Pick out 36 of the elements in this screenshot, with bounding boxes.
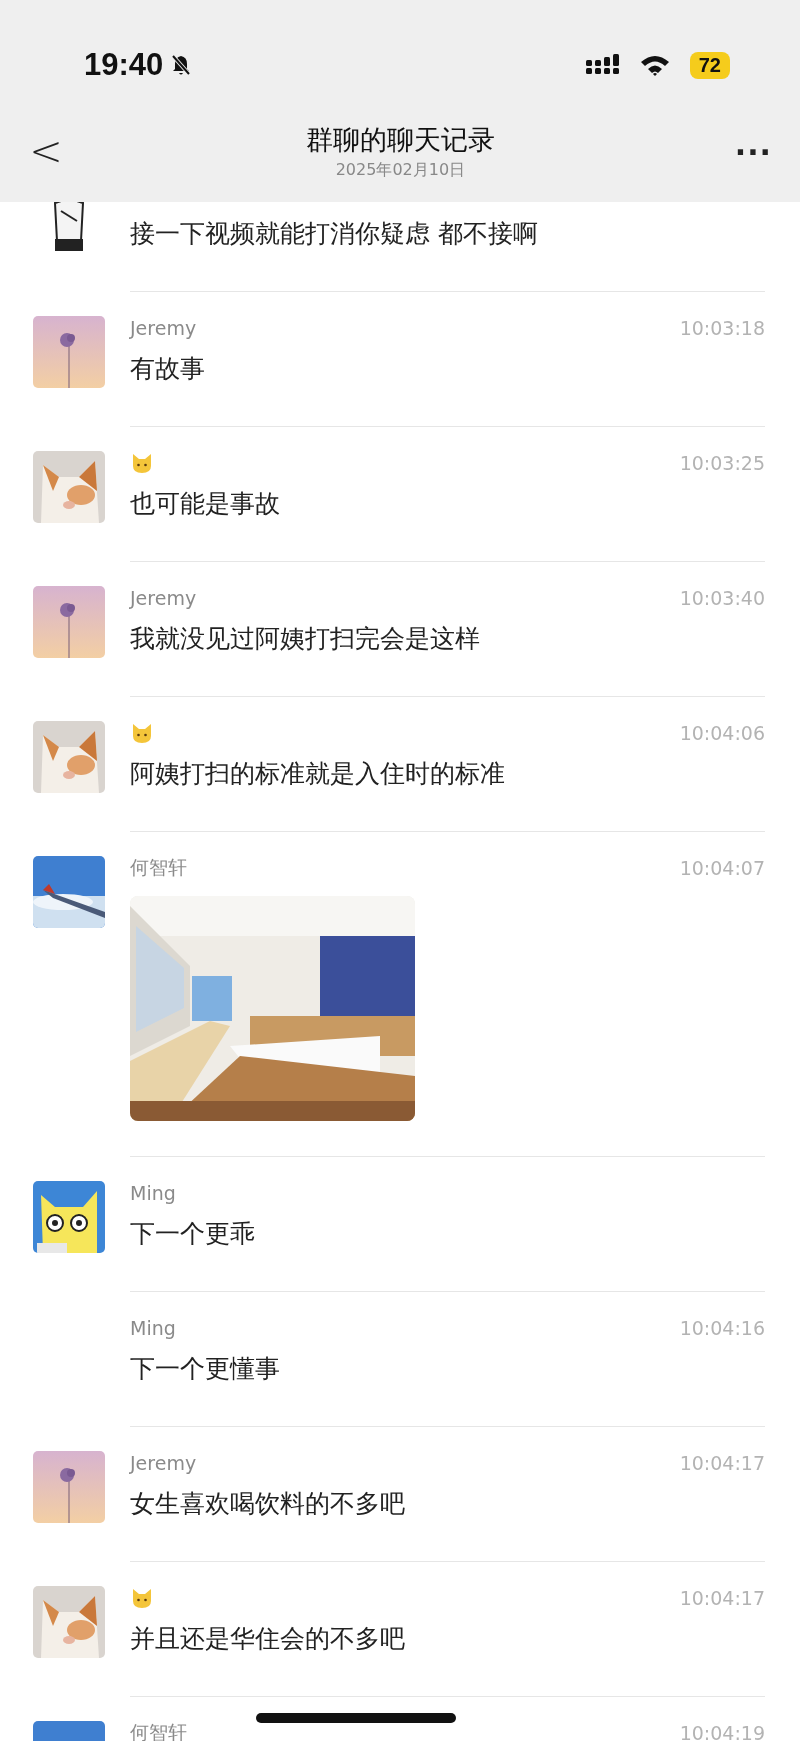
chat-date: 2025年02月10日 [335, 159, 466, 181]
message-time: 10:04:16 [679, 1317, 765, 1339]
sender-name: Jeremy [130, 317, 197, 339]
message-time: 10:04:19 [679, 1722, 765, 1741]
cat-face-icon [130, 452, 154, 474]
message-time: 10:04:17 [679, 1452, 765, 1474]
status-time: 19:40 [84, 47, 164, 83]
message-time: 10:04:17 [679, 1587, 765, 1609]
message-text: 下一个更懂事 [130, 1353, 281, 1385]
wifi-icon [639, 54, 670, 76]
message-text: 女生喜欢喝饮料的不多吧 [130, 1488, 406, 1520]
message-text: 接一下视频就能打消你疑虑 都不接啊 [130, 218, 539, 250]
back-button[interactable]: < [26, 128, 66, 174]
cat-face-icon [130, 722, 154, 744]
sender-name: Ming [130, 1317, 176, 1339]
message-text: 阿姨打扫的标准就是入住时的标准 [130, 758, 506, 790]
cat-face-icon [130, 1587, 154, 1609]
sender-name: 何智轩 [130, 1720, 187, 1741]
battery-level: 72 [689, 51, 730, 79]
message-text: 也可能是事故 [130, 488, 281, 520]
sender-name: 何智轩 [130, 855, 187, 880]
sender-name: Ming [130, 1182, 176, 1204]
message-text: 下一个更乖 [130, 1218, 256, 1250]
more-button[interactable]: ... [734, 126, 772, 176]
message-text: 我就没见过阿姨打扫完会是这样 [130, 623, 481, 655]
chat-title: 群聊的聊天记录 [305, 122, 495, 157]
message-time: 10:04:06 [679, 722, 765, 744]
message-time: 10:04:07 [679, 857, 765, 879]
message-time: 10:03:18 [679, 317, 765, 339]
message-time: 10:03:25 [679, 452, 765, 474]
sender-name: Jeremy [130, 587, 197, 609]
message-text: 有故事 [130, 353, 206, 385]
sender-name: Jeremy [130, 1452, 197, 1474]
message-time: 10:03:40 [679, 587, 765, 609]
message-text: 并且还是华住会的不多吧 [130, 1623, 406, 1655]
bell-off-icon [171, 54, 192, 76]
